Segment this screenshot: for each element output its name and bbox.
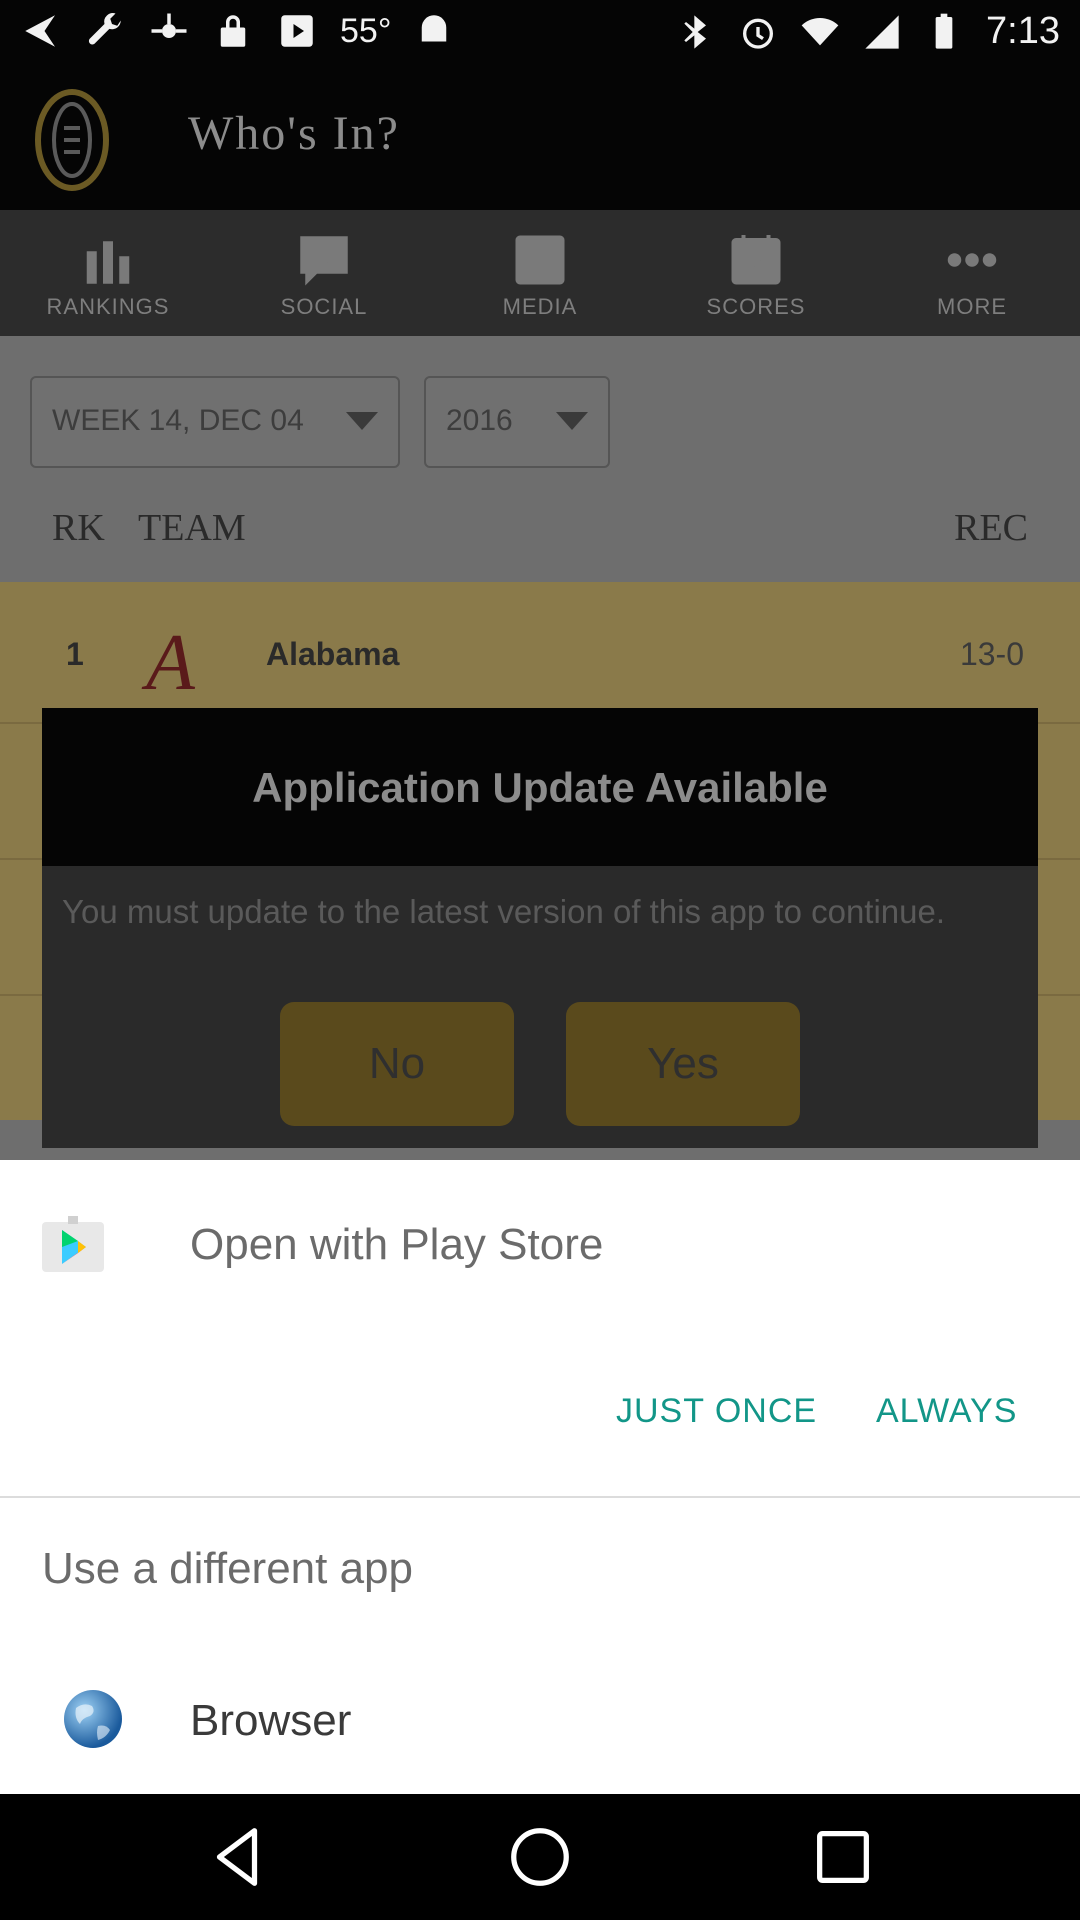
tab-social[interactable]: # SOCIAL [216,210,432,336]
play-store-icon [42,1216,104,1272]
wrench-icon [88,13,121,45]
wifi-icon [801,17,839,45]
divider [0,1496,1080,1498]
tab-label: SOCIAL [280,294,368,319]
team-logo-icon: A [146,619,195,707]
tab-label: MEDIA [502,294,578,319]
signal-icon [865,14,899,49]
tab-more[interactable]: MORE [864,210,1080,336]
week-value: WEEK 14, DEC 04 [52,404,304,437]
clock-text: 7:13 [986,10,1060,52]
dialog-message: You must update to the latest version of… [62,893,946,930]
back-icon[interactable] [202,1822,272,1892]
calendar-icon: 31 [731,235,781,285]
tab-bar: RANKINGS # SOCIAL MEDIA 31 SCORES MORE [0,210,1080,336]
home-icon[interactable] [505,1822,575,1892]
chooser-title: Open with Play Store [190,1220,604,1269]
tab-media[interactable]: MEDIA [432,210,648,336]
different-app-header: Use a different app [42,1544,413,1593]
tab-label: RANKINGS [46,294,170,319]
svg-text:#: # [317,243,331,271]
tab-label: SCORES [706,294,806,319]
globe-icon [64,1690,122,1748]
temperature-text: 55° [340,11,392,50]
tab-scores[interactable]: 31 SCORES [648,210,864,336]
alarm-icon [743,18,774,49]
media-play-icon [515,235,565,285]
back-arrow-icon [25,15,55,47]
rank-value: 1 [66,636,84,672]
tab-label: MORE [937,294,1007,319]
android-icon [422,15,447,42]
fake-gps-icon [151,13,187,38]
bluetooth-icon [684,14,707,49]
team-name: Alabama [266,636,400,672]
chevron-down-icon [556,412,588,430]
team-record: 13-0 [959,636,1024,672]
header-team: TEAM [138,507,246,549]
more-dots-icon [947,253,997,267]
app-bar: Who's In? [0,66,1080,210]
year-value: 2016 [446,404,513,437]
header-rk: RK [52,507,105,549]
update-dialog: Application Update Available You must up… [42,708,1038,1148]
bar-chart-icon [86,241,130,284]
lock-icon [220,15,246,47]
navigation-bar [0,1794,1080,1920]
yes-button[interactable]: Yes [566,1002,800,1126]
play-icon [281,15,313,47]
chevron-down-icon [346,412,378,430]
dialog-header: Application Update Available [42,708,1038,866]
always-button[interactable]: ALWAYS [876,1392,1017,1431]
status-bar: 55° 7:13 [0,0,1080,66]
battery-icon [935,13,953,49]
playoff-logo-icon[interactable] [32,88,112,192]
header-rec: REC [954,507,1028,549]
week-dropdown[interactable]: WEEK 14, DEC 04 [30,376,400,468]
open-with-sheet: Open with Play Store JUST ONCE ALWAYS Us… [0,1160,1080,1794]
browser-label: Browser [190,1696,352,1745]
hashtag-icon: # [300,236,348,286]
tab-rankings[interactable]: RANKINGS [0,210,216,336]
no-button[interactable]: No [280,1002,514,1126]
dialog-title: Application Update Available [252,764,828,811]
year-dropdown[interactable]: 2016 [424,376,610,468]
svg-text:31: 31 [745,256,767,278]
recents-icon[interactable] [808,1822,878,1892]
just-once-button[interactable]: JUST ONCE [616,1392,817,1431]
app-title: Who's In? [188,107,400,160]
